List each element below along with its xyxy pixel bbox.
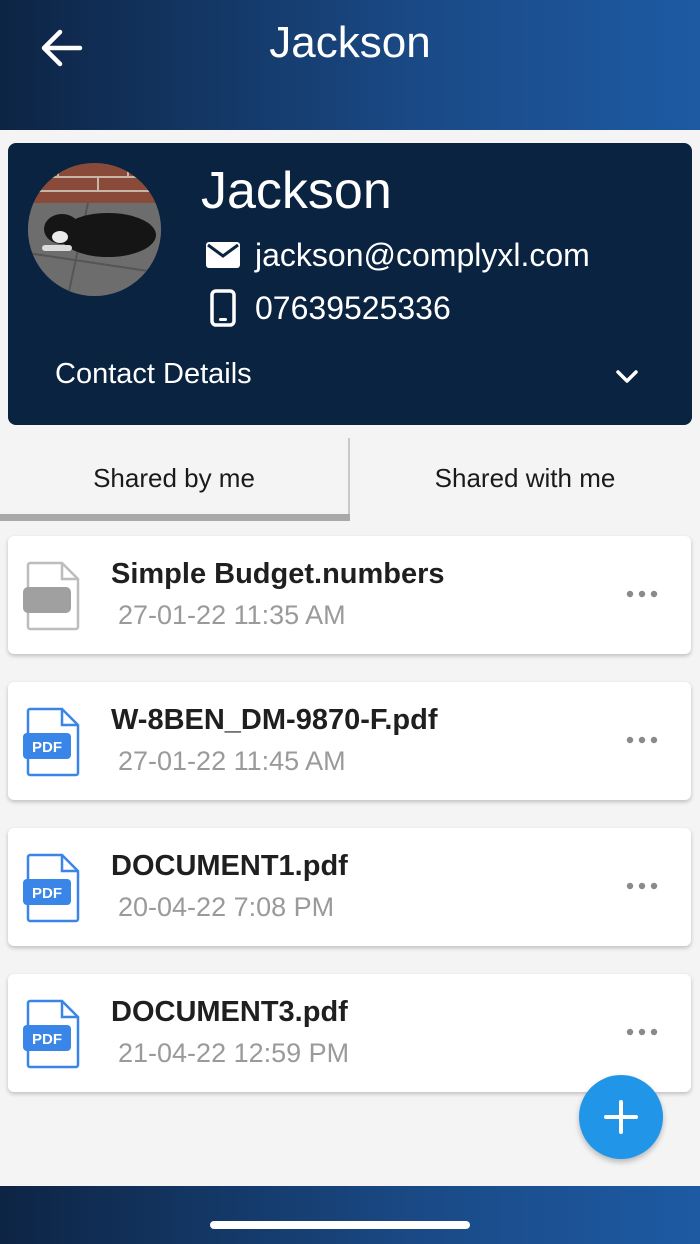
file-name: DOCUMENT3.pdf <box>111 996 348 1028</box>
more-options-icon[interactable] <box>626 586 658 602</box>
app-header: Jackson <box>0 0 700 130</box>
page-title: Jackson <box>269 18 431 67</box>
phone-text: 07639525336 <box>255 289 451 326</box>
file-date: 27-01-22 11:45 AM <box>118 746 346 776</box>
profile-name: Jackson <box>201 162 392 220</box>
active-tab-indicator <box>0 514 350 521</box>
avatar[interactable] <box>28 163 161 296</box>
file-date: 21-04-22 12:59 PM <box>118 1038 350 1068</box>
file-name: W-8BEN_DM-9870-F.pdf <box>111 704 438 736</box>
envelope-icon <box>203 235 243 275</box>
numbers-file-icon <box>22 561 82 631</box>
file-date: 20-04-22 7:08 PM <box>118 892 335 922</box>
contact-details-toggle[interactable]: Contact Details <box>55 358 252 391</box>
profile-card: Jackson jackson@complyxl.com 07639525336… <box>8 143 692 425</box>
add-file-button[interactable] <box>579 1075 663 1159</box>
bottom-bar <box>0 1186 700 1244</box>
file-date: 27-01-22 11:35 AM <box>118 600 346 630</box>
svg-text:PDF: PDF <box>32 1031 62 1048</box>
email-text: jackson@complyxl.com <box>255 236 590 273</box>
file-name: DOCUMENT1.pdf <box>111 850 348 882</box>
tab-shared-by-me[interactable]: Shared by me <box>0 438 350 518</box>
avatar-photo <box>28 163 161 296</box>
file-list-item[interactable]: PDF DOCUMENT3.pdf 21-04-22 12:59 PM <box>8 974 691 1092</box>
more-options-icon[interactable] <box>626 1024 658 1040</box>
svg-text:PDF: PDF <box>32 739 62 756</box>
phone-row[interactable]: 07639525336 <box>203 288 451 328</box>
pdf-file-icon: PDF <box>22 999 82 1069</box>
home-indicator[interactable] <box>210 1221 470 1229</box>
mobile-phone-icon <box>203 288 243 328</box>
file-name: Simple Budget.numbers <box>111 558 445 590</box>
tab-shared-with-me[interactable]: Shared with me <box>350 438 700 518</box>
chevron-down-icon[interactable] <box>613 365 641 389</box>
svg-text:PDF: PDF <box>32 885 62 902</box>
file-list-item[interactable]: Simple Budget.numbers 27-01-22 11:35 AM <box>8 536 691 654</box>
plus-icon <box>604 1100 638 1134</box>
pdf-file-icon: PDF <box>22 853 82 923</box>
email-row[interactable]: jackson@complyxl.com <box>203 235 590 275</box>
file-list-item[interactable]: PDF W-8BEN_DM-9870-F.pdf 27-01-22 11:45 … <box>8 682 691 800</box>
share-tabs: Shared by me Shared with me <box>0 438 700 522</box>
more-options-icon[interactable] <box>626 732 658 748</box>
pdf-file-icon: PDF <box>22 707 82 777</box>
file-list-item[interactable]: PDF DOCUMENT1.pdf 20-04-22 7:08 PM <box>8 828 691 946</box>
more-options-icon[interactable] <box>626 878 658 894</box>
